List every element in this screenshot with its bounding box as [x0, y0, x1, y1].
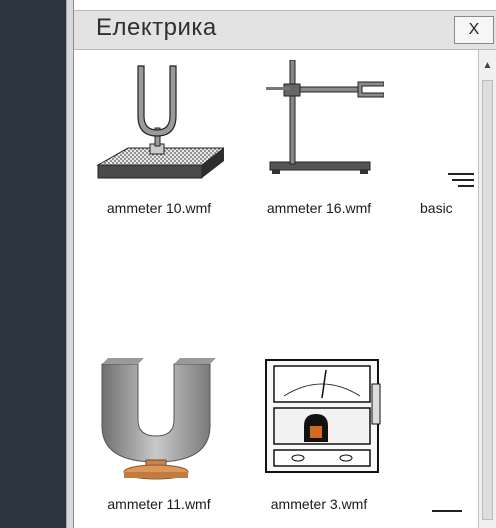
file-name: ammeter 10.wmf [106, 200, 212, 216]
partial-item-icon [432, 510, 462, 512]
close-button[interactable]: X [454, 16, 494, 44]
panel-splitter[interactable] [66, 0, 74, 528]
file-name: ammeter 16.wmf [266, 200, 372, 216]
analog-meter-icon [254, 356, 384, 486]
panel-title: Електрика [96, 14, 217, 41]
scroll-up-arrow-icon[interactable]: ▲ [479, 58, 496, 74]
clipart-grid: ammeter 10.wmf ammeter 16.wmf basic amme… [74, 50, 474, 528]
ground-symbol-icon [414, 60, 474, 190]
file-name: basic [420, 200, 453, 216]
u-magnet-icon [94, 356, 224, 486]
lab-stand-icon [254, 59, 385, 190]
left-dark-panel [0, 0, 66, 528]
scroll-thumb[interactable] [482, 80, 493, 520]
file-name: ammeter 3.wmf [270, 496, 368, 512]
tuning-fork-icon [94, 60, 226, 190]
panel-header: Електрика X [74, 10, 496, 50]
electrics-clipart-panel: Електрика X ammeter 10.wmf ammeter 16.wm… [74, 0, 496, 528]
vertical-scrollbar[interactable]: ▲ [478, 50, 496, 528]
file-name: ammeter 11.wmf [107, 496, 211, 512]
